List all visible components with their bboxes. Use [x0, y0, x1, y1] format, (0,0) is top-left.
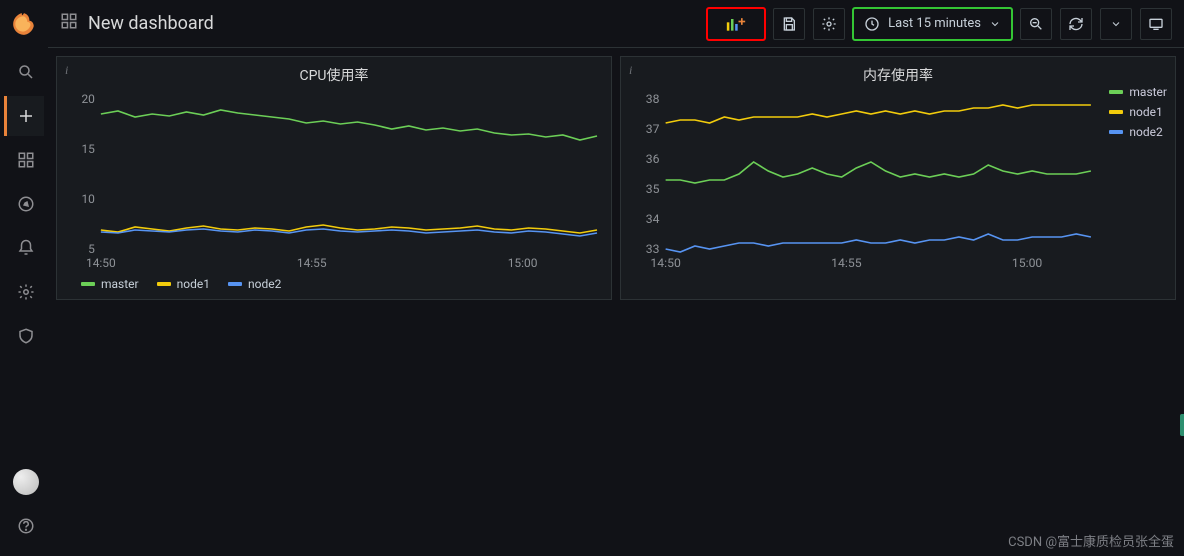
- svg-text:15:00: 15:00: [508, 256, 538, 270]
- search-icon[interactable]: [4, 52, 44, 92]
- watermark: CSDN @富士康质检员张全蛋: [1008, 531, 1174, 550]
- dashboard-grid-icon[interactable]: [60, 12, 78, 35]
- cpu-legend: master node1 node2: [65, 273, 603, 291]
- svg-text:35: 35: [646, 182, 660, 196]
- time-range-label: Last 15 minutes: [888, 16, 981, 31]
- svg-text:14:55: 14:55: [831, 256, 862, 270]
- chevron-down-icon: [989, 18, 1001, 30]
- memory-chart: 33 34 35 36 37 38 14:50 14:55 15:00: [629, 93, 1097, 273]
- plus-icon[interactable]: [4, 96, 44, 136]
- svg-text:14:55: 14:55: [297, 256, 327, 270]
- legend-node1[interactable]: node1: [157, 277, 210, 291]
- svg-text:34: 34: [646, 212, 660, 226]
- svg-text:33: 33: [646, 242, 660, 256]
- topbar: New dashboard Last 15 minutes: [48, 0, 1184, 48]
- dashboard-settings-button[interactable]: [813, 8, 845, 40]
- dashboard-title[interactable]: New dashboard: [88, 13, 214, 34]
- time-range-picker[interactable]: Last 15 minutes: [853, 8, 1012, 40]
- panel-info-icon[interactable]: i: [629, 63, 632, 78]
- explore-icon[interactable]: [4, 184, 44, 224]
- grafana-logo-icon[interactable]: [0, 0, 48, 48]
- save-dashboard-button[interactable]: [773, 8, 805, 40]
- clock-icon: [864, 16, 880, 32]
- zoom-out-button[interactable]: [1020, 8, 1052, 40]
- tv-mode-button[interactable]: [1140, 8, 1172, 40]
- legend-node2[interactable]: node2: [1109, 125, 1167, 139]
- svg-text:38: 38: [646, 93, 660, 106]
- dashboards-icon[interactable]: [4, 140, 44, 180]
- svg-text:5: 5: [88, 242, 95, 256]
- add-panel-button[interactable]: [707, 8, 765, 40]
- panel-title: CPU使用率: [65, 61, 603, 93]
- legend-master[interactable]: master: [1109, 85, 1167, 99]
- panel-cpu[interactable]: i CPU使用率 5 10 15 20 14:50 14:55 15:00 master …: [56, 56, 612, 300]
- panel-title: 内存使用率: [629, 61, 1167, 93]
- svg-text:37: 37: [646, 122, 660, 136]
- legend-master[interactable]: master: [81, 277, 139, 291]
- refresh-button[interactable]: [1060, 8, 1092, 40]
- settings-gear-icon[interactable]: [4, 272, 44, 312]
- refresh-interval-dropdown[interactable]: [1100, 8, 1132, 40]
- svg-text:20: 20: [81, 93, 95, 106]
- help-icon[interactable]: [4, 506, 44, 546]
- legend-node1[interactable]: node1: [1109, 105, 1167, 119]
- svg-text:10: 10: [81, 192, 95, 206]
- shield-icon[interactable]: [4, 316, 44, 356]
- svg-text:14:50: 14:50: [650, 256, 681, 270]
- memory-legend: master node1 node2: [1109, 85, 1167, 139]
- side-accent: [1180, 414, 1184, 436]
- panel-info-icon[interactable]: i: [65, 63, 68, 78]
- user-avatar[interactable]: [4, 462, 44, 502]
- svg-text:15:00: 15:00: [1012, 256, 1043, 270]
- svg-text:14:50: 14:50: [86, 256, 116, 270]
- svg-text:15: 15: [81, 142, 95, 156]
- svg-text:36: 36: [646, 152, 660, 166]
- cpu-chart: 5 10 15 20 14:50 14:55 15:00: [65, 93, 603, 273]
- panel-memory[interactable]: i 内存使用率 33 34 35 36 37 38 14:50 14:55 15:00 mas…: [620, 56, 1176, 300]
- alert-icon[interactable]: [4, 228, 44, 268]
- sidebar: [0, 0, 48, 556]
- legend-node2[interactable]: node2: [228, 277, 281, 291]
